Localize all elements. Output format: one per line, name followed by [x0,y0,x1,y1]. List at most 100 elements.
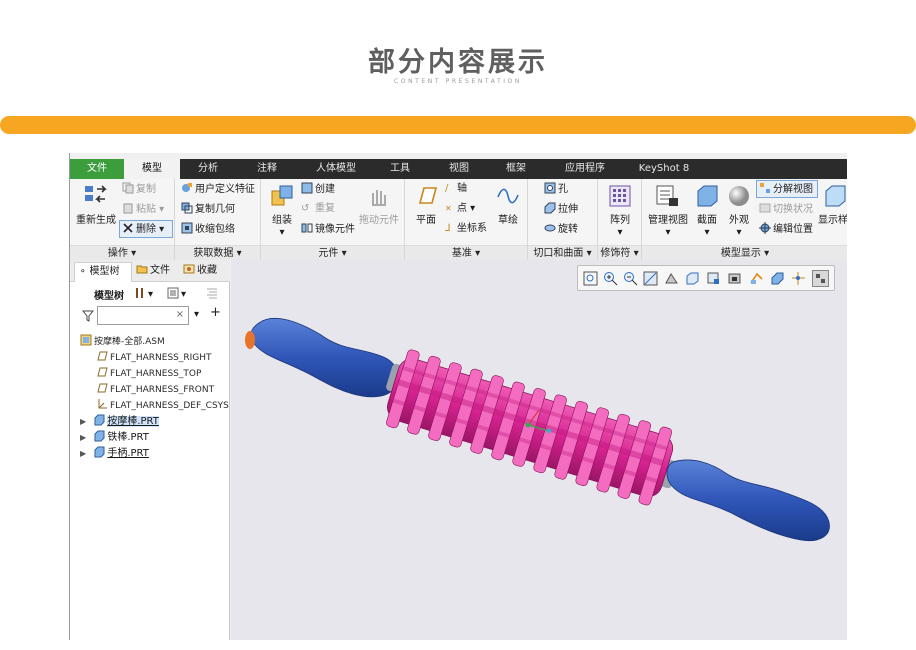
csys-icon: ⅃ [445,223,451,234]
tree-show-button[interactable]: ▾ [167,287,186,302]
explode-icon [760,183,770,193]
tree-row-part-massage-stick[interactable]: ▶ 按摩棒.PRT [80,414,159,429]
favorites-icon [183,264,195,274]
part-icon [94,414,105,426]
sketch-icon [497,188,519,204]
group-modifier: 阵列 ▾ 修饰符 ▾ [598,179,642,260]
explode-view-label-wrap: 分解视图 [759,182,813,197]
tree-row-plane-top[interactable]: FLAT_HARNESS_TOP [96,366,201,381]
hole-button[interactable]: 孔 [544,182,568,197]
tree-row-plane-front[interactable]: FLAT_HARNESS_FRONT [96,382,214,397]
search-dropdown[interactable]: ▾ [194,308,199,322]
udf-button[interactable]: 用户定义特征 [181,182,255,197]
axis-icon: / [445,183,449,194]
csys-button[interactable]: ⅃ 坐标系 [445,222,487,236]
tree-settings-button[interactable]: ▾ [134,287,153,302]
csys-icon [98,399,107,409]
toggle-status-button[interactable]: 切换状况 [759,202,813,217]
tree-row-part-handle[interactable]: ▶ 手柄.PRT [80,446,149,461]
revolve-button[interactable]: 旋转 [544,222,578,237]
tab-tools[interactable]: 工具 [378,159,422,179]
regenerate-icon [85,185,107,203]
copy-button[interactable]: 复制 [122,182,156,197]
section-icon [697,185,718,207]
tree-title: 模型树 [94,291,124,302]
clear-search-icon[interactable]: × [176,309,184,320]
tab-applications[interactable]: 应用程序 [557,159,613,179]
section-button[interactable]: 截面 ▾ [690,215,724,239]
tab-view[interactable]: 视图 [437,159,481,179]
edit-position-button[interactable]: 编辑位置 [759,222,813,237]
assemble-icon [271,185,293,206]
copy-geometry-button[interactable]: 复制几何 [181,202,235,217]
group-operation-label: 操作 ▾ [70,245,174,260]
pattern-icon [609,185,631,207]
tree-search-input[interactable]: × [97,306,189,325]
create-button[interactable]: 创建 [301,182,335,197]
expand-arrow-icon[interactable]: ▶ [80,433,86,442]
menu-bar: 文件 模型 分析 注释 人体模型 工具 视图 框架 应用程序 KeyShot 8 [70,159,847,180]
display-style-icon [825,185,846,207]
tab-keyshot[interactable]: KeyShot 8 [632,159,696,179]
repeat-icon: ↺ [301,203,310,214]
group-datum-label: 基准 ▾ [405,245,527,260]
left-handle [245,317,399,398]
group-model-display-label: 模型显示 ▾ [642,245,847,260]
extrude-button[interactable]: 拉伸 [544,202,578,217]
tree-row-asm[interactable]: 按摩棒-全部.ASM [80,334,165,349]
tree-row-plane-right[interactable]: FLAT_HARNESS_RIGHT [96,350,212,365]
group-get-data-label: 获取数据 ▾ [175,245,260,260]
expand-arrow-icon[interactable]: ▶ [80,449,86,458]
group-component: 组装 ▾ 创建 ↺ 重复 镜像元件 拖动元件 元件 ▾ [261,179,405,260]
edit-position-icon [759,222,771,234]
hole-icon [544,182,556,194]
mirror-component-button[interactable]: 镜像元件 [301,222,355,237]
datum-plane-icon [97,351,108,361]
assembly-icon [80,334,92,346]
tab-file[interactable]: 文件 [70,159,124,179]
plane-button[interactable]: 平面 [409,215,443,227]
appearance-button[interactable]: 外观 ▾ [722,215,756,239]
shrinkwrap-button[interactable]: 收缩包络 [181,222,235,237]
toggle-status-icon [759,203,771,213]
assemble-button[interactable]: 组装 ▾ [265,215,299,239]
tab-annotate[interactable]: 注释 [245,159,289,179]
point-button[interactable]: ✕ 点 ▾ [445,202,475,216]
tab-analysis[interactable]: 分析 [186,159,230,179]
tab-favorites[interactable]: 收藏 [183,262,229,282]
axis-button[interactable]: / 轴 [445,182,467,196]
filter-funnel-icon[interactable] [82,310,94,322]
tab-model-tree[interactable]: ⚬ 模型树 [74,262,132,282]
page-subtitle: CONTENT PRESENTATION [393,78,523,85]
tree-row-csys[interactable]: FLAT_HARNESS_DEF_CSYS [96,398,229,413]
graphics-viewport[interactable] [231,260,847,640]
part-icon [94,430,105,442]
tab-manikin[interactable]: 人体模型 [306,159,366,179]
repeat-button[interactable]: ↺ 重复 [301,202,335,216]
add-filter-icon[interactable]: + [210,306,221,320]
tree-row-part-iron-rod[interactable]: ▶ 铁棒.PRT [80,430,149,445]
delete-label-wrap: 删除 ▾ [122,222,164,237]
massage-stick-model[interactable] [231,260,847,640]
pattern-button[interactable]: 阵列 ▾ [600,215,640,239]
regenerate-button[interactable]: 重新生成 [74,215,118,227]
display-style-button[interactable]: 显示样式 [818,215,847,227]
group-component-label: 元件 ▾ [261,245,404,260]
tab-model[interactable]: 模型 [124,159,180,180]
expand-arrow-icon[interactable]: ▶ [80,417,86,426]
paste-icon [123,203,133,214]
copy-geometry-icon [181,202,193,214]
sketch-button[interactable]: 草绘 [491,215,525,227]
group-modifier-label: 修饰符 ▾ [598,245,641,260]
show-list-icon [167,287,179,299]
tab-folder-browser[interactable]: 文件 [136,262,180,282]
group-cut-surface: 孔 拉伸 旋转 切口和曲面 ▾ [528,179,598,260]
tree-filter-options-icon[interactable] [206,288,218,300]
paste-button[interactable]: 粘贴 ▾ [122,202,164,217]
point-icon: ✕ [445,204,452,213]
accent-bar [0,116,916,134]
manage-views-button[interactable]: 管理视图 ▾ [644,215,692,239]
tab-framework[interactable]: 框架 [494,159,538,179]
group-cut-surface-label: 切口和曲面 ▾ [528,245,597,260]
drag-component-button[interactable]: 拖动元件 [359,215,399,227]
